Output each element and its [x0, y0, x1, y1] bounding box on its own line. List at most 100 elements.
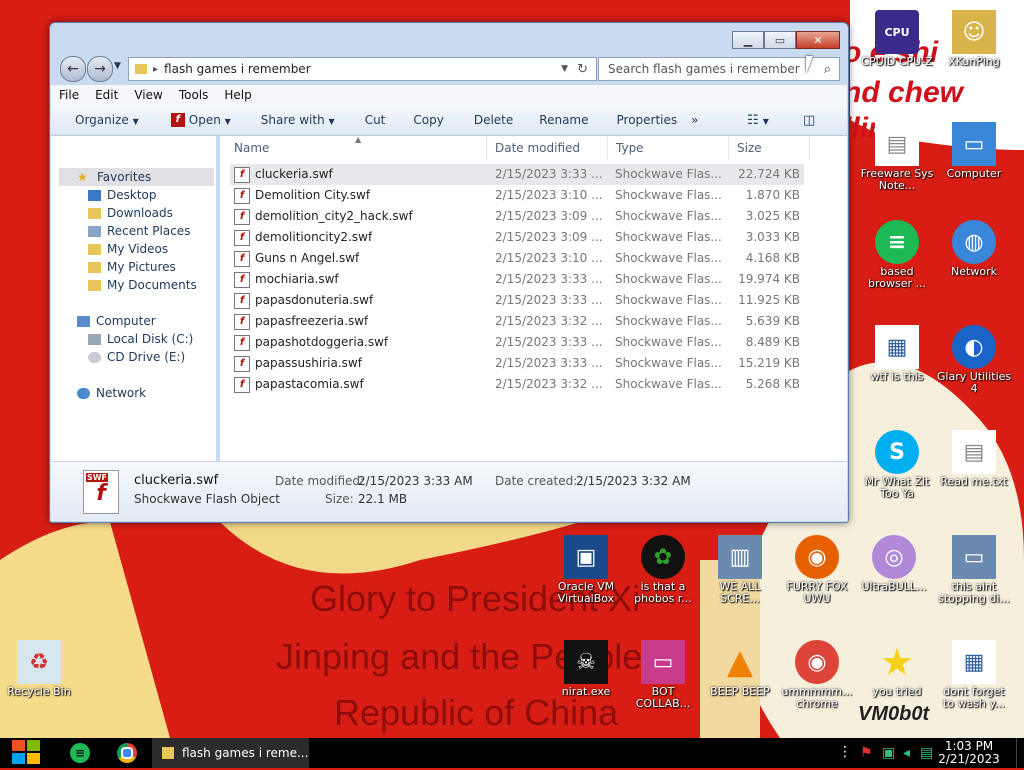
tray-volume-icon[interactable]: ◂: [903, 746, 910, 760]
desktop-icon-you-tried[interactable]: ★ you tried: [859, 640, 935, 698]
file-row[interactable]: f papastacomia.swf 2/15/2023 3:32 ... Shock…: [230, 374, 804, 395]
menu-view[interactable]: View: [126, 88, 170, 102]
search-icon[interactable]: ⌕: [824, 62, 831, 77]
delete-button[interactable]: Delete: [456, 113, 525, 127]
file-row[interactable]: f Demolition City.swf 2/15/2023 3:10 ... Sh…: [230, 185, 804, 206]
file-row[interactable]: f papasdonuteria.swf 2/15/2023 3:33 ... Sho…: [230, 290, 804, 311]
address-bar[interactable]: ▸ flash games i remember ▼ ↻: [128, 57, 597, 81]
explorer-window[interactable]: ▁ ▭ ✕ ← → ▼ ▸ flash games i remember ▼ ↻…: [49, 22, 849, 523]
nav-favorites[interactable]: ★ Favorites: [77, 170, 151, 184]
desktop-icon-network[interactable]: ◍ Network: [936, 220, 1012, 278]
file-date: 2/15/2023 3:33 ...: [495, 293, 603, 307]
tray-keyboard-icon[interactable]: ▤: [920, 746, 933, 760]
tray-overflow-icon[interactable]: ⋮: [838, 744, 852, 760]
desktop-icon-we-all-scre[interactable]: ▥ WE ALL SCRE...: [702, 535, 778, 605]
nav-desktop[interactable]: Desktop: [88, 188, 157, 202]
properties-button[interactable]: Properties: [601, 113, 690, 127]
menu-edit[interactable]: Edit: [87, 88, 126, 102]
desktop-icon-skype[interactable]: S Mr What Zit Too Ya: [859, 430, 935, 500]
file-size: 22.724 KB: [738, 167, 800, 181]
open-button[interactable]: f Open ▼: [151, 113, 243, 128]
desktop-icon-this-aint[interactable]: ▭ this aint stopping di...: [936, 535, 1012, 605]
view-options-icon[interactable]: ☷ ▼: [747, 113, 769, 128]
nav-local-disk[interactable]: Local Disk (C:): [88, 332, 193, 346]
column-header-size[interactable]: Size: [729, 136, 810, 160]
desktop-icon-based-browser[interactable]: ≡ based browser ...: [859, 220, 935, 290]
taskbar-explorer-task[interactable]: flash games i reme...: [152, 738, 309, 768]
share-with-button[interactable]: Share with ▼: [243, 113, 347, 127]
nav-my-documents[interactable]: My Documents: [88, 278, 197, 292]
nav-my-videos[interactable]: My Videos: [88, 242, 168, 256]
menu-help[interactable]: Help: [216, 88, 259, 102]
start-button[interactable]: [10, 738, 44, 768]
desktop-icon-freeware[interactable]: ▤ Freeware Sys Note...: [859, 122, 935, 192]
column-header-name[interactable]: Name: [220, 136, 487, 160]
file-row[interactable]: f demolitioncity2.swf 2/15/2023 3:09 ... Sh…: [230, 227, 804, 248]
documents-icon: [88, 279, 101, 291]
minimize-button[interactable]: ▁: [732, 31, 764, 49]
nav-network[interactable]: Network: [77, 386, 146, 400]
desktop-icon-firefox[interactable]: ◉ FURRY FOX UWU: [779, 535, 855, 605]
desktop-icon-glary[interactable]: ◐ Glary Utilities 4: [936, 325, 1012, 395]
file-row[interactable]: f papasfreezeria.swf 2/15/2023 3:32 ... Sho…: [230, 311, 804, 332]
recent-places-icon: [88, 225, 101, 237]
wallpaper-top-text-2: nd chew: [843, 76, 964, 109]
clock[interactable]: 1:03 PM 2/21/2023: [936, 740, 1002, 766]
cut-button[interactable]: Cut: [347, 113, 398, 127]
desktop-icon-icq[interactable]: ✿ is that a phobos r...: [625, 535, 701, 605]
file-row[interactable]: f mochiaria.swf 2/15/2023 3:33 ... Shockwav…: [230, 269, 804, 290]
recent-pages-dropdown[interactable]: ▼: [114, 61, 121, 71]
organize-button[interactable]: Organize ▼: [51, 113, 151, 127]
nav-recent-places[interactable]: Recent Places: [88, 224, 190, 238]
address-dropdown-icon[interactable]: ▼: [561, 64, 568, 74]
file-row[interactable]: f papassushiria.swf 2/15/2023 3:33 ... Shoc…: [230, 353, 804, 374]
rename-button[interactable]: Rename: [525, 113, 600, 127]
show-desktop-button[interactable]: [1016, 738, 1024, 768]
tray-network-icon[interactable]: ▣: [882, 746, 895, 760]
copy-button[interactable]: Copy: [397, 113, 455, 127]
taskbar-chrome[interactable]: [117, 743, 137, 763]
tray-flag-icon[interactable]: ⚑: [860, 746, 874, 760]
column-header-type[interactable]: Type: [608, 136, 729, 160]
menu-file[interactable]: File: [51, 88, 87, 102]
close-button[interactable]: ✕: [796, 31, 840, 49]
search-input[interactable]: Search flash games i remember: [608, 62, 800, 76]
back-button[interactable]: ←: [60, 56, 86, 82]
forward-button[interactable]: →: [87, 56, 113, 82]
desktop-icon-recycle-bin[interactable]: ♻ Recycle Bin: [1, 640, 77, 698]
refresh-icon[interactable]: ↻: [577, 62, 588, 77]
desktop-icon-beep[interactable]: ▲ BEEP BEEP: [702, 640, 778, 698]
command-bar: Organize ▼ f Open ▼ Share with ▼ Cut Copy…: [51, 105, 847, 136]
desktop-icon-virtualbox[interactable]: ▣ Oracle VM VirtualBox: [548, 535, 624, 605]
file-row[interactable]: f Guns n Angel.swf 2/15/2023 3:10 ... Shock…: [230, 248, 804, 269]
nav-cd-drive[interactable]: CD Drive (E:): [88, 350, 185, 364]
nav-computer[interactable]: Computer: [77, 314, 156, 328]
desktop-icon-bot-collab[interactable]: ▭ BOT COLLAB...: [625, 640, 701, 710]
menu-tools[interactable]: Tools: [171, 88, 217, 102]
address-path[interactable]: flash games i remember: [164, 62, 311, 76]
nav-downloads[interactable]: Downloads: [88, 206, 173, 220]
details-size-value: 22.1 MB: [358, 492, 408, 506]
details-modified-label: Date modified:: [275, 474, 365, 488]
file-date: 2/15/2023 3:33 ...: [495, 356, 603, 370]
nav-my-pictures[interactable]: My Pictures: [88, 260, 176, 274]
file-row[interactable]: f papashotdoggeria.swf 2/15/2023 3:33 ... S…: [230, 332, 804, 353]
desktop-icon-ultrabull[interactable]: ◎ UltraBULL...: [856, 535, 932, 593]
desktop-icon-wtf[interactable]: ▦ wtf is this: [859, 325, 935, 383]
desktop-icon-nirat[interactable]: ☠ nirat.exe: [548, 640, 624, 698]
preview-pane-icon[interactable]: ◫: [803, 113, 815, 128]
maximize-button[interactable]: ▭: [764, 31, 796, 49]
desktop-icon-chrome[interactable]: ◉ ummmmm... chrome: [779, 640, 855, 710]
search-field[interactable]: Search flash games i remember ⌕: [598, 57, 840, 81]
file-row[interactable]: f cluckeria.swf 2/15/2023 3:33 ... Shockwav…: [230, 164, 804, 185]
desktop-icon-xkunping[interactable]: ☺ XKunPing: [936, 10, 1012, 68]
desktop-icon-computer[interactable]: ▭ Computer: [936, 122, 1012, 180]
file-row[interactable]: f demolition_city2_hack.swf 2/15/2023 3:09…: [230, 206, 804, 227]
desktop-icon-cpuz[interactable]: CPU CPUID CPU-Z: [859, 10, 935, 68]
taskbar-based-browser[interactable]: ≡: [70, 743, 90, 763]
more-commands-button[interactable]: »: [689, 113, 710, 127]
column-header-date[interactable]: Date modified: [487, 136, 608, 160]
chat-icon: ≡: [74, 746, 86, 760]
desktop-icon-dont-forget[interactable]: ▦ dont forget to wash y...: [936, 640, 1012, 710]
desktop-icon-readme[interactable]: ▤ Read me.txt: [936, 430, 1012, 488]
